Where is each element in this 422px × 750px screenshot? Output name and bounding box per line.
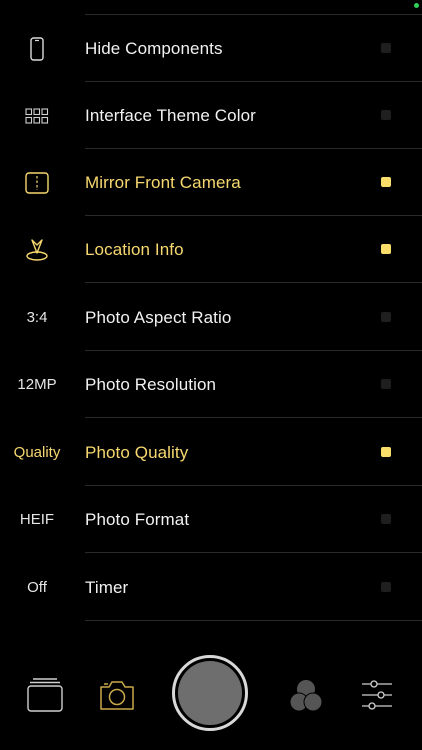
setting-row-interface-theme-color[interactable]: Interface Theme Color	[0, 82, 422, 149]
camera-icon[interactable]	[96, 674, 138, 716]
setting-checkbox[interactable]	[381, 582, 391, 592]
resolution-value: 12MP	[17, 376, 57, 393]
setting-checkbox[interactable]	[381, 244, 391, 254]
setting-row-photo-format[interactable]: HEIF Photo Format	[0, 486, 422, 553]
setting-checkbox[interactable]	[381, 514, 391, 524]
setting-row-timer[interactable]: Off Timer	[0, 554, 422, 621]
setting-label: Mirror Front Camera	[85, 172, 241, 192]
setting-row-hide-components[interactable]: Hide Components	[0, 15, 422, 82]
divider	[85, 417, 422, 418]
location-pin-icon	[0, 216, 74, 283]
setting-label: Photo Aspect Ratio	[85, 307, 232, 327]
phone-outline-icon	[0, 15, 74, 82]
format-value: HEIF	[19, 511, 55, 528]
setting-row-photo-quality[interactable]: Quality Photo Quality	[0, 419, 422, 486]
shutter-button-inner	[178, 661, 242, 725]
timer-value: Off	[27, 579, 47, 596]
divider	[85, 552, 422, 553]
setting-row-mirror-front-camera[interactable]: Mirror Front Camera	[0, 149, 422, 216]
setting-checkbox[interactable]	[381, 447, 391, 457]
quality-value: Quality	[13, 444, 61, 461]
setting-checkbox[interactable]	[381, 43, 391, 53]
shutter-button[interactable]	[172, 655, 248, 731]
divider	[85, 282, 422, 283]
grid-icon	[0, 82, 74, 149]
setting-label: Hide Components	[85, 38, 223, 58]
filters-icon[interactable]	[283, 672, 329, 718]
gallery-icon[interactable]	[24, 674, 66, 716]
setting-label: Interface Theme Color	[85, 105, 256, 125]
setting-row-photo-resolution[interactable]: 12MP Photo Resolution	[0, 351, 422, 418]
setting-label: Location Info	[85, 239, 184, 259]
setting-row-photo-aspect-ratio[interactable]: 3:4 Photo Aspect Ratio	[0, 284, 422, 351]
setting-label: Timer	[85, 577, 129, 597]
setting-row-location-info[interactable]: Location Info	[0, 216, 422, 283]
setting-checkbox[interactable]	[381, 110, 391, 120]
setting-checkbox[interactable]	[381, 379, 391, 389]
divider	[85, 620, 422, 621]
setting-label: Photo Format	[85, 509, 190, 529]
sliders-icon[interactable]	[356, 674, 398, 716]
setting-checkbox[interactable]	[381, 177, 391, 187]
setting-checkbox[interactable]	[381, 312, 391, 322]
mirror-split-icon	[0, 149, 74, 216]
setting-label: Photo Resolution	[85, 374, 217, 394]
aspect-ratio-value: 3:4	[26, 309, 48, 326]
status-indicator-dot	[414, 3, 419, 8]
setting-label: Photo Quality	[85, 442, 189, 462]
